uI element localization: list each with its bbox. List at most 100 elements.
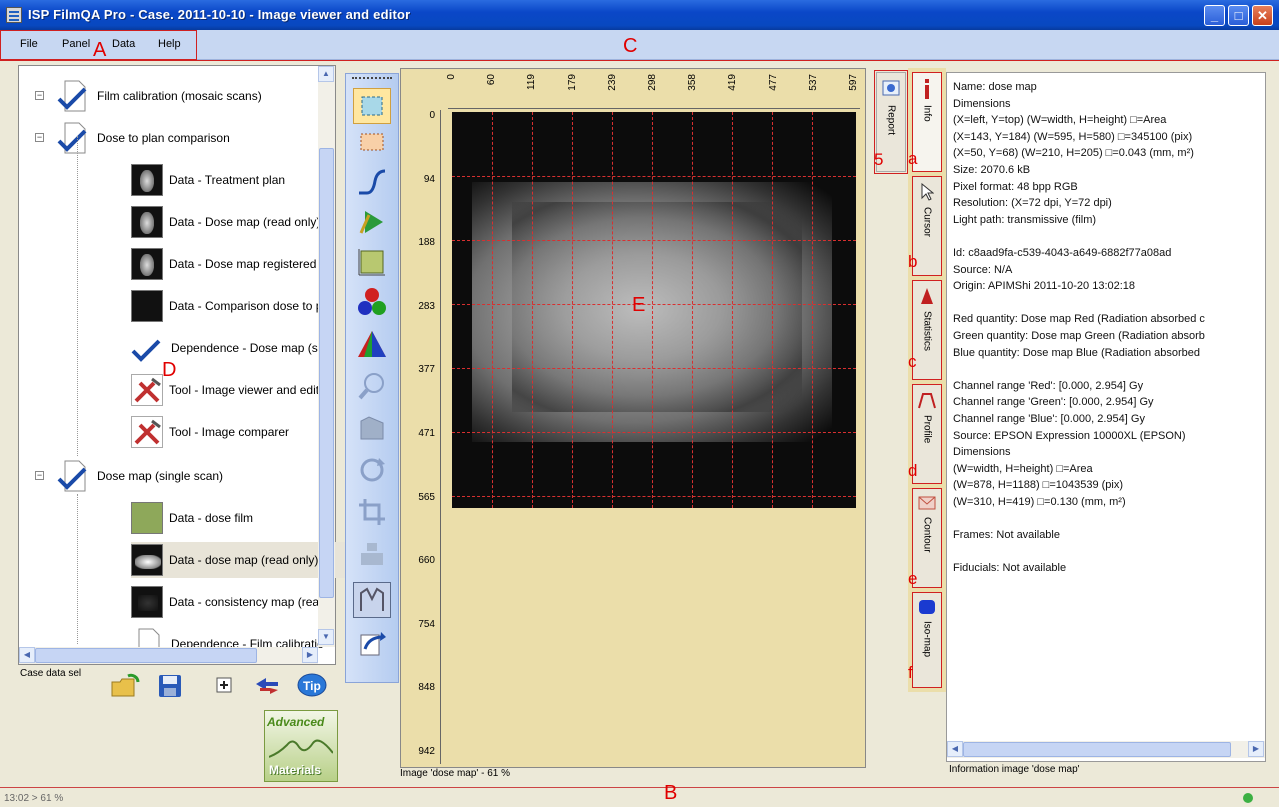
scroll-down-icon[interactable]: ▼ xyxy=(318,629,334,645)
curve-tool-icon[interactable] xyxy=(353,164,391,200)
image-tools-toolbar xyxy=(345,73,399,683)
status-text: 13:02 > 61 % xyxy=(4,793,64,804)
grid-line-vertical xyxy=(492,112,493,508)
add-data-icon[interactable] xyxy=(214,675,236,697)
close-button[interactable]: ✕ xyxy=(1252,5,1273,26)
scroll-left-icon[interactable]: ◀ xyxy=(19,647,35,663)
tree-item-label: Data - Dose map registered ( xyxy=(169,257,324,271)
tree-item[interactable]: Data - Treatment plan xyxy=(131,162,285,198)
color-pyramid-icon[interactable] xyxy=(353,326,391,362)
y-tick-label: 0 xyxy=(429,110,435,121)
info-panel: Name: dose map Dimensions (X=left, Y=top) … xyxy=(946,72,1266,762)
check-doc-icon xyxy=(57,122,87,154)
info-line: Channel range 'Blue': [0.000, 2.954] Gy xyxy=(953,413,1145,425)
tree-item-label: Tool - Image viewer and edito xyxy=(169,383,326,397)
info-scroll-right-icon[interactable]: ▶ xyxy=(1248,741,1264,757)
expand-collapse-icon[interactable]: − xyxy=(35,133,44,142)
tree-item[interactable]: Dependence - Dose map (sin xyxy=(131,330,327,366)
tree-item[interactable]: Data - dose film xyxy=(131,500,253,536)
callout-d: D xyxy=(162,359,177,381)
info-horizontal-scrollbar[interactable]: ◀ ▶ xyxy=(947,741,1265,758)
info-line: Frames: Not available xyxy=(953,529,1060,542)
grid-line-vertical xyxy=(612,112,613,508)
expand-collapse-icon[interactable]: − xyxy=(35,91,44,100)
swap-icon[interactable] xyxy=(254,676,280,696)
info-line: Light path: transmissive (film) xyxy=(953,213,1097,226)
tree-item-label: Dependence - Dose map (sin xyxy=(171,341,328,355)
info-line: (X=50, Y=68) (W=210, H=205) □=0.043 (mm,… xyxy=(953,147,1194,160)
grid-line-vertical xyxy=(812,112,813,508)
crop-icon[interactable] xyxy=(353,494,391,530)
x-tick-label: 358 xyxy=(687,74,699,91)
info-line: Fiducials: Not available xyxy=(953,562,1067,575)
play-tool-icon[interactable] xyxy=(353,204,391,240)
info-line: Dimensions xyxy=(953,446,1011,459)
rotate-icon[interactable] xyxy=(353,452,391,488)
tree-scroll-thumb[interactable] xyxy=(319,148,334,598)
tab-isomap[interactable]: Iso-map xyxy=(912,592,942,688)
y-tick-label: 188 xyxy=(418,237,435,249)
callout-b-cursor: b xyxy=(908,252,918,271)
info-line: Origin: APIMShi 2011-10-20 13:02:18 xyxy=(953,280,1136,293)
rgb-channels-icon[interactable] xyxy=(353,284,391,320)
x-tick-label: 597 xyxy=(848,74,859,91)
tree-item[interactable]: Tool - Image comparer xyxy=(131,414,289,450)
x-ruler-line xyxy=(448,108,860,109)
cursor-icon xyxy=(921,183,934,201)
x-tick-label: 0 xyxy=(446,74,457,80)
dose-thumbnail xyxy=(131,206,163,238)
x-tick-label: 239 xyxy=(606,74,618,91)
svg-text:Tip: Tip xyxy=(303,679,321,693)
tree-item[interactable]: Data - Dose map registered ( xyxy=(131,246,324,282)
tip-icon[interactable]: Tip xyxy=(296,672,328,700)
tree-item[interactable]: Data - Dose map (read only) xyxy=(131,204,320,240)
stamp-tool-icon[interactable] xyxy=(353,410,391,446)
zoom-icon[interactable] xyxy=(353,368,391,404)
grid-line-horizontal xyxy=(452,304,856,305)
scroll-right-icon[interactable]: ▶ xyxy=(302,647,318,663)
expand-collapse-icon[interactable]: − xyxy=(35,471,44,480)
info-hscroll-thumb[interactable] xyxy=(963,742,1231,757)
select-region-tool-icon[interactable] xyxy=(353,124,391,160)
callout-a: A xyxy=(93,39,107,61)
callout-5: 5 xyxy=(874,150,884,169)
maximize-button[interactable]: □ xyxy=(1228,5,1249,26)
callout-line-c xyxy=(0,60,1279,61)
x-tick-label: 60 xyxy=(486,74,498,86)
tree-item-label: Film calibration (mosaic scans) xyxy=(97,89,262,103)
dose-map-image[interactable] xyxy=(452,112,856,508)
tree-vertical-scrollbar[interactable]: ▲ ▼ xyxy=(318,66,335,647)
tree-horizontal-scrollbar[interactable]: ◀ ▶ xyxy=(19,647,318,664)
save-icon[interactable] xyxy=(157,673,183,699)
black-thumbnail xyxy=(131,586,163,618)
layer-tool-icon[interactable] xyxy=(353,244,391,280)
mirror-tool-icon[interactable] xyxy=(353,582,391,618)
y-tick-label: 471 xyxy=(418,428,435,439)
y-tick-label: 660 xyxy=(418,555,435,567)
status-led-icon xyxy=(1243,793,1253,803)
tree-item[interactable]: Data - Comparison dose to pl xyxy=(131,288,325,324)
select-all-tool-icon[interactable] xyxy=(353,88,391,124)
info-scroll-left-icon[interactable]: ◀ xyxy=(947,741,963,757)
status-bar: 13:02 > 61 % xyxy=(0,787,1279,807)
flip-icon[interactable] xyxy=(353,536,391,572)
tree-item[interactable]: − Dose map (single scan) xyxy=(35,458,223,494)
info-icon xyxy=(925,79,929,99)
grid-line-vertical xyxy=(732,112,733,508)
tree-item-label: Tool - Image comparer xyxy=(169,425,290,439)
x-tick-label: 419 xyxy=(727,74,739,91)
tree-item-label: Data - dose film xyxy=(169,511,254,525)
tree-item[interactable]: − Dose to plan comparison xyxy=(35,120,230,156)
scroll-up-icon[interactable]: ▲ xyxy=(318,66,334,82)
callout-e: E xyxy=(632,294,646,316)
info-line: Channel range 'Red': [0.000, 2.954] Gy xyxy=(953,379,1144,392)
export-icon[interactable] xyxy=(353,626,391,662)
tree-item[interactable]: Data - consistency map (reac xyxy=(131,584,325,620)
tree-item[interactable]: Tool - Image viewer and edito xyxy=(131,372,326,408)
minimize-button[interactable]: _ xyxy=(1204,5,1225,26)
profile-icon xyxy=(918,393,936,409)
grid-line-vertical xyxy=(532,112,533,508)
tree-item[interactable]: − Film calibration (mosaic scans) xyxy=(35,78,262,114)
tree-hscroll-thumb[interactable] xyxy=(35,648,257,663)
open-folder-icon[interactable] xyxy=(110,672,140,700)
